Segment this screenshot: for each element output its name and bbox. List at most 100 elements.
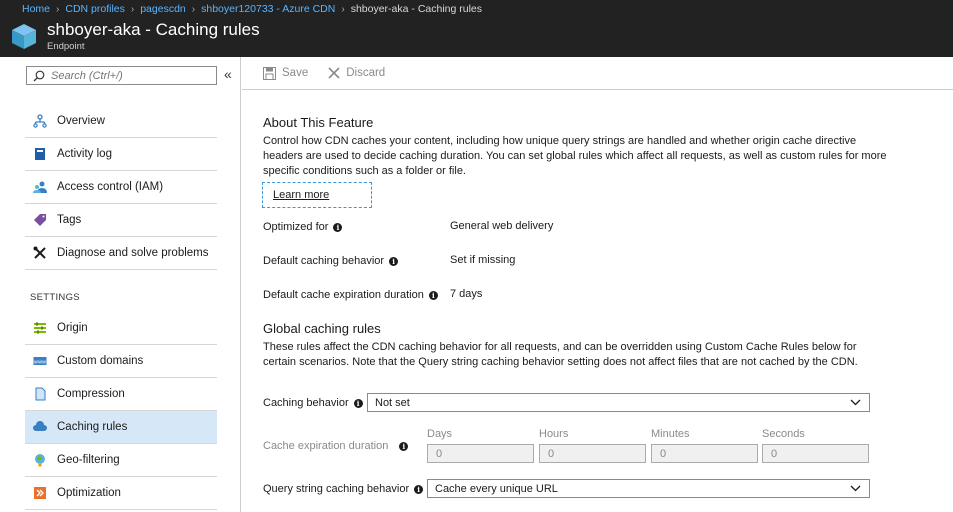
wrench-icon [33, 246, 47, 260]
label-text: Query string caching behavior [263, 483, 410, 495]
cube-icon [12, 24, 36, 49]
global-line: These rules affect the CDN caching behav… [263, 341, 857, 353]
caching-behavior-select[interactable]: Not set [367, 393, 870, 412]
custom-domains-icon: www [33, 354, 47, 368]
info-icon[interactable]: i [428, 290, 438, 300]
nav-item-label: Overview [57, 115, 105, 127]
activity-log-icon [33, 147, 47, 161]
info-icon[interactable]: i [389, 256, 399, 266]
overview-icon [33, 114, 47, 128]
about-line: headers are used to decide caching durat… [263, 150, 887, 162]
search-box[interactable] [26, 66, 217, 85]
chevron-down-icon [850, 485, 861, 492]
nav-item-label: Origin [57, 322, 88, 334]
cloud-icon [33, 420, 47, 434]
seconds-label: Seconds [762, 428, 805, 440]
label-text: Cache expiration duration [263, 440, 389, 452]
query-string-select[interactable]: Cache every unique URL [427, 479, 870, 498]
search-input[interactable] [51, 69, 201, 82]
about-text: Control how CDN caches your content, inc… [263, 134, 886, 179]
breadcrumb-separator-icon: › [130, 3, 135, 15]
optimized-for-label: Optimized for i [263, 221, 343, 233]
about-line: Control how CDN caches your content, inc… [263, 135, 857, 147]
save-button[interactable]: Save [263, 66, 309, 80]
breadcrumb: Home › CDN profiles › pagescdn › shboyer… [22, 3, 482, 15]
breadcrumb-current: shboyer-aka - Caching rules [350, 3, 483, 15]
breadcrumb-home[interactable]: Home [22, 3, 50, 15]
minutes-input[interactable]: 0 [651, 444, 758, 463]
discard-label: Discard [346, 67, 386, 79]
seconds-input[interactable]: 0 [762, 444, 869, 463]
default-caching-label: Default caching behavior i [263, 255, 399, 267]
breadcrumb-pagescdn[interactable]: pagescdn [140, 3, 186, 15]
optimized-for-value: General web delivery [450, 220, 554, 232]
caching-behavior-label: Caching behavior i [263, 397, 363, 409]
global-line: certain scenarios. Note that the Query s… [263, 356, 858, 368]
save-icon [263, 66, 276, 80]
origin-icon [33, 321, 47, 335]
nav-item-label: Geo-filtering [57, 454, 120, 466]
default-expiration-label: Default cache expiration duration i [263, 289, 438, 301]
breadcrumb-cdn-profiles[interactable]: CDN profiles [65, 3, 125, 15]
nav-item-activity-log[interactable]: Activity log [25, 138, 217, 171]
nav-item-label: Optimization [57, 487, 121, 499]
label-text: Optimized for [263, 221, 329, 233]
select-value: Cache every unique URL [435, 482, 558, 495]
cache-expiration-label: Cache expiration duration i [263, 440, 409, 452]
breadcrumb-cdn-profile[interactable]: shboyer120733 - Azure CDN [201, 3, 335, 15]
nav-item-tags[interactable]: Tags [25, 204, 217, 237]
nav-item-custom-domains[interactable]: www Custom domains [25, 345, 217, 378]
info-icon[interactable]: i [399, 441, 409, 451]
minutes-label: Minutes [651, 428, 690, 440]
nav-item-label: Custom domains [57, 355, 144, 367]
learn-more-link[interactable]: Learn more [273, 189, 329, 201]
save-label: Save [282, 67, 309, 79]
settings-section-label: SETTINGS [30, 292, 80, 303]
days-label: Days [427, 428, 453, 440]
nav-item-label: Diagnose and solve problems [57, 247, 209, 259]
hours-label: Hours [539, 428, 569, 440]
query-string-label: Query string caching behavior i [263, 483, 424, 495]
nav-item-geo-filtering[interactable]: Geo-filtering [25, 444, 217, 477]
tag-icon [33, 213, 47, 227]
page-subtitle: Endpoint [47, 41, 85, 52]
info-icon[interactable]: i [414, 484, 424, 494]
info-icon[interactable]: i [353, 398, 363, 408]
nav-item-label: Activity log [57, 148, 112, 160]
label-text: Caching behavior [263, 397, 349, 409]
nav-item-origin[interactable]: Origin [25, 312, 217, 345]
resource-menu: « Overview Activity log Access control (… [0, 57, 241, 512]
collapse-menu-icon[interactable]: « [224, 66, 232, 82]
close-icon [328, 67, 340, 79]
globe-icon [33, 453, 47, 467]
nav-item-label: Caching rules [57, 421, 128, 433]
optimization-icon [33, 486, 47, 500]
label-text: Default cache expiration duration [263, 289, 424, 301]
default-expiration-value: 7 days [450, 288, 483, 300]
nav-item-label: Compression [57, 388, 125, 400]
discard-button[interactable]: Discard [328, 67, 385, 79]
about-line: specific conditions such as a folder or … [263, 165, 466, 177]
breadcrumb-separator-icon: › [56, 3, 60, 15]
command-bar: Save Discard [242, 57, 953, 90]
nav-item-label: Access control (IAM) [57, 181, 164, 193]
page-title: shboyer-aka - Caching rules [47, 20, 260, 39]
learn-more-link-box[interactable]: Learn more [262, 182, 372, 208]
nav-item-optimization[interactable]: Optimization [25, 477, 217, 510]
nav-item-caching-rules[interactable]: Caching rules [25, 411, 217, 444]
svg-text:www: www [34, 360, 46, 366]
breadcrumb-separator-icon: › [341, 3, 345, 15]
select-value: Not set [375, 396, 410, 409]
info-icon[interactable]: i [333, 222, 343, 232]
nav-item-compression[interactable]: Compression [25, 378, 217, 411]
nav-item-diagnose[interactable]: Diagnose and solve problems [25, 237, 217, 270]
search-icon [33, 70, 45, 81]
label-text: Default caching behavior [263, 255, 385, 267]
about-heading: About This Feature [263, 115, 374, 130]
hours-input[interactable]: 0 [539, 444, 646, 463]
nav-item-label: Tags [57, 214, 82, 226]
blade-header: Home › CDN profiles › pagescdn › shboyer… [0, 0, 953, 57]
nav-item-overview[interactable]: Overview [25, 105, 217, 138]
days-input[interactable]: 0 [427, 444, 534, 463]
nav-item-access-control[interactable]: Access control (IAM) [25, 171, 217, 204]
